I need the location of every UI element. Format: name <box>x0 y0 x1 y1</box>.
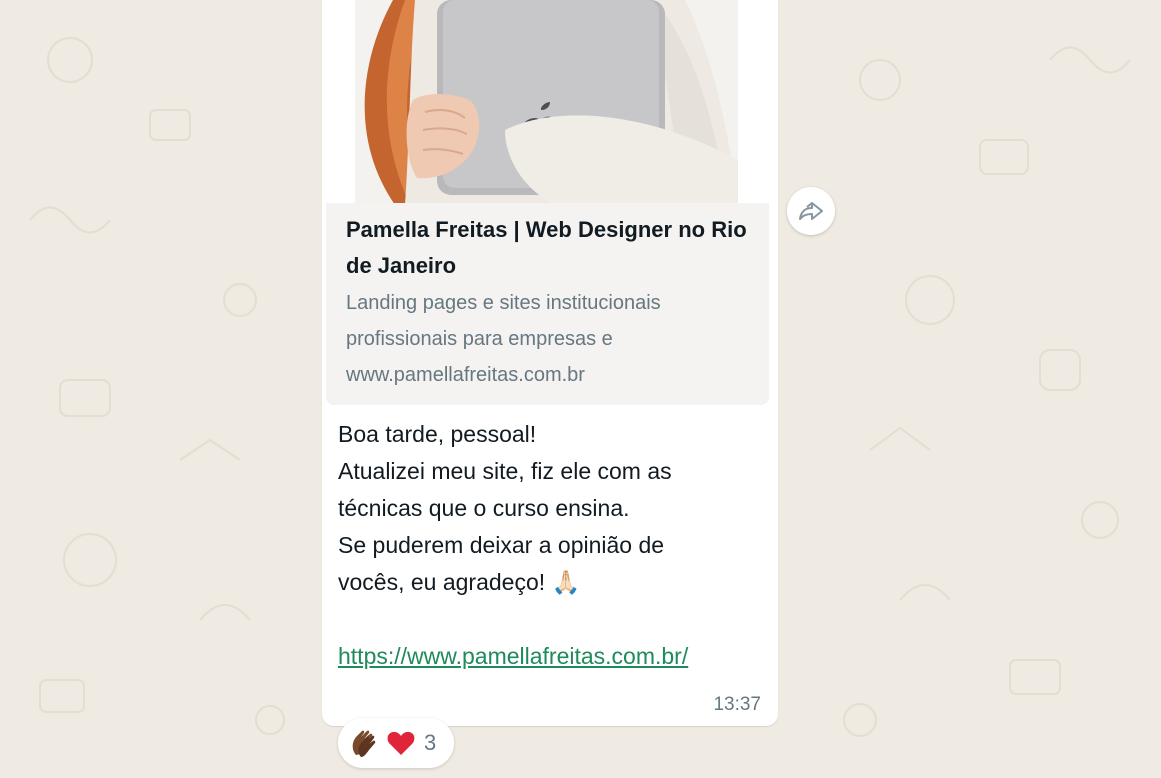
message-timestamp: 13:37 <box>713 694 761 715</box>
reaction-count: 3 <box>424 730 437 755</box>
forward-button[interactable] <box>787 187 835 235</box>
forward-arrow-icon <box>799 202 823 220</box>
preview-photo <box>355 0 738 205</box>
message-link[interactable]: https://www.pamellafreitas.com.br/ <box>338 638 688 675</box>
message-line: Boa tarde, pessoal! <box>338 421 537 447</box>
message-line: técnicas que o curso ensina. <box>338 495 630 521</box>
message-text: Boa tarde, pessoal! Atualizei meu site, … <box>338 416 768 601</box>
red-heart-icon <box>387 731 415 755</box>
link-preview-image[interactable] <box>355 0 738 205</box>
link-preview-description: Landing pages e sites institucionais pro… <box>346 292 661 386</box>
reactions-pill[interactable]: 3 <box>338 718 454 768</box>
message-line: Atualizei meu site, fiz ele com as <box>338 458 672 484</box>
message-line: vocês, eu agradeço! 🙏🏻 <box>338 569 581 595</box>
message-line: Se puderem deixar a opinião de <box>338 532 665 558</box>
clapping-hands-icon <box>352 730 376 757</box>
link-preview-title[interactable]: Pamella Freitas | Web Designer no Rio de… <box>346 212 756 284</box>
